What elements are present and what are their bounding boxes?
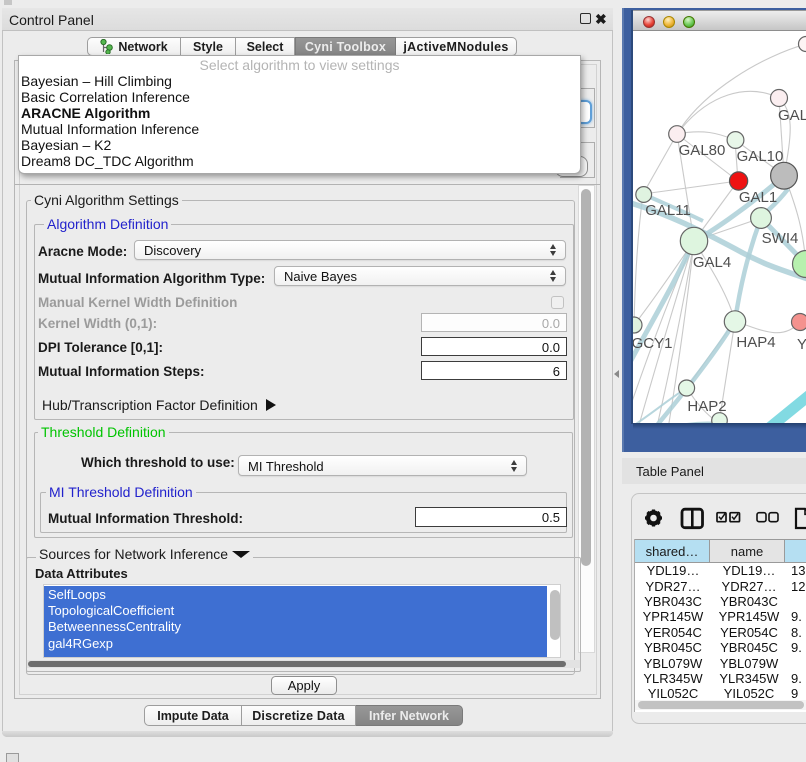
- svg-text:Y: Y: [797, 336, 806, 353]
- svg-text:GAL10: GAL10: [737, 148, 784, 165]
- svg-text:GAL7: GAL7: [778, 107, 806, 124]
- svg-text:GCY1: GCY1: [633, 335, 672, 352]
- svg-text:GAL1: GAL1: [739, 189, 777, 206]
- svg-text:SWI4: SWI4: [762, 230, 799, 247]
- svg-text:HAP2: HAP2: [687, 398, 726, 415]
- svg-text:GAL11: GAL11: [645, 202, 691, 219]
- svg-text:GAL4: GAL4: [693, 254, 731, 271]
- svg-text:HAP4: HAP4: [736, 334, 775, 351]
- svg-text:GAL80: GAL80: [679, 142, 726, 159]
